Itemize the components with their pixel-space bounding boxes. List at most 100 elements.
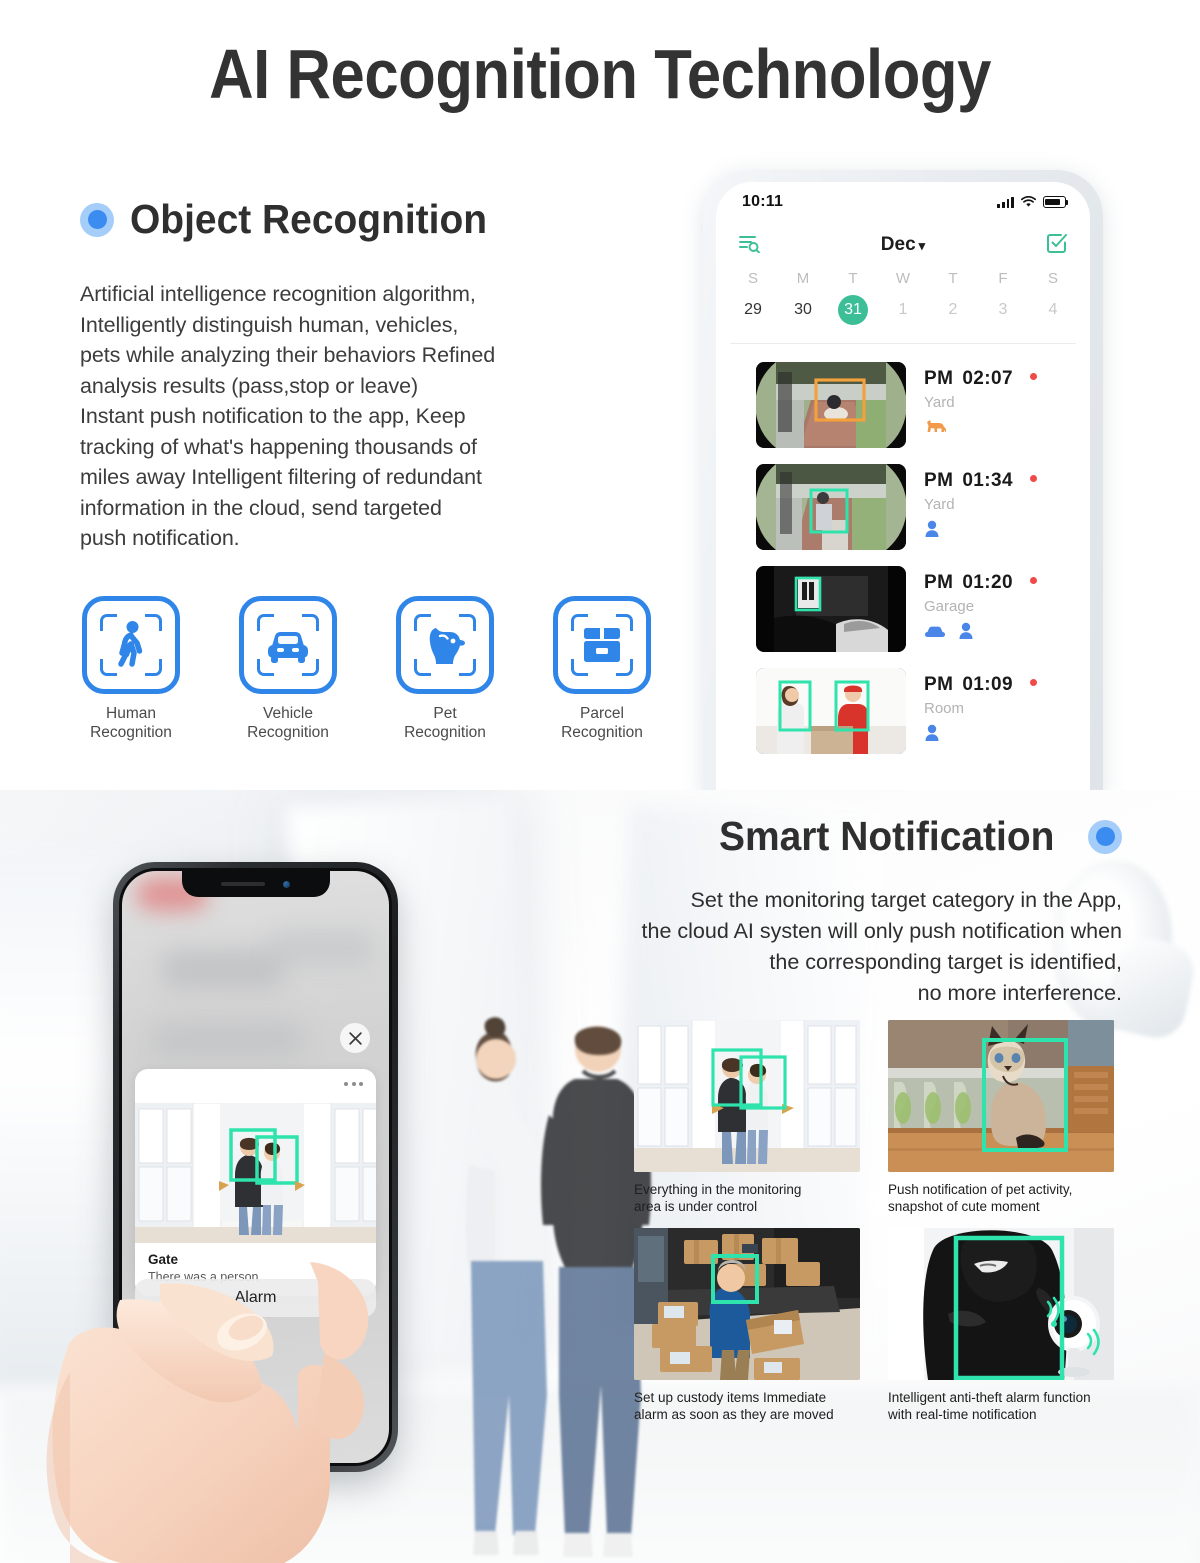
calendar-day[interactable]: 29 <box>728 295 778 335</box>
page-title: AI Recognition Technology <box>209 35 991 113</box>
event-clock: 01:20 <box>962 572 1013 593</box>
tile-caption: Push notification of pet activity, snaps… <box>888 1182 1073 1214</box>
status-bar: 10:11 <box>716 182 1090 222</box>
feature-human-recognition[interactable]: Human Recognition <box>82 596 180 742</box>
tile-anti-theft[interactable]: Intelligent anti-theft alarm function wi… <box>888 1228 1114 1423</box>
person-icon <box>925 724 939 741</box>
smart-notification-title: Smart Notification <box>718 813 1055 859</box>
feature-icon-frame <box>239 596 337 694</box>
calendar-day[interactable]: 30 <box>778 295 828 335</box>
weekday: M <box>796 270 810 287</box>
event-time: PM 01:20 <box>924 572 1074 594</box>
object-recognition-block: Object Recognition Artificial intelligen… <box>80 196 660 554</box>
dog-icon <box>927 420 946 432</box>
tile-pet-activity[interactable]: Push notification of pet activity, snaps… <box>888 1020 1114 1215</box>
event-list: PM 02:07 Yard PM 01:34 Yard PM 01:20 Gar… <box>716 344 1090 762</box>
status-icons <box>997 196 1069 208</box>
calendar-day-selected[interactable]: 31 <box>828 295 878 335</box>
tile-custody-items[interactable]: Set up custody items Immediate alarm as … <box>634 1228 860 1423</box>
feature-vehicle-recognition[interactable]: Vehicle Recognition <box>239 596 337 742</box>
event-tags <box>924 418 1074 434</box>
calendar-day[interactable]: 4 <box>1028 295 1078 335</box>
unread-dot <box>1029 577 1037 584</box>
tile-caption: Everything in the monitoring area is und… <box>634 1182 802 1214</box>
event-tags <box>924 622 1074 640</box>
filter-search-icon[interactable] <box>738 233 760 258</box>
notification-card-header <box>135 1069 376 1103</box>
month-selector[interactable]: Dec ▾ <box>881 234 925 256</box>
checkbox-select-icon[interactable] <box>1046 232 1068 259</box>
dog-head-icon <box>401 601 489 689</box>
phone-mockup-app: 10:11 Dec ▾ S M T W T F S 29 30 31 1 2 3… <box>703 170 1103 792</box>
event-thumbnail[interactable] <box>756 668 906 754</box>
notification-card[interactable]: Gate There was a person <box>135 1069 376 1296</box>
alarm-button[interactable]: Alarm <box>135 1279 376 1317</box>
event-meta: PM 01:09 Room <box>924 668 1074 742</box>
tile-image[interactable] <box>634 1228 860 1380</box>
speaker-icon <box>221 882 265 886</box>
notification-title: Gate <box>148 1252 179 1267</box>
unread-dot <box>1029 475 1037 482</box>
feature-label: Human Recognition <box>90 705 172 741</box>
smart-notification-body: Set the monitoring target category in th… <box>641 888 1122 1005</box>
event-ampm: PM <box>924 572 954 593</box>
event-ampm: PM <box>924 674 954 695</box>
event-meta: PM 02:07 Yard <box>924 362 1074 434</box>
wifi-icon <box>1021 196 1036 207</box>
more-dots-icon[interactable] <box>344 1082 363 1086</box>
event-clock: 01:34 <box>962 470 1013 491</box>
front-camera-icon <box>283 880 290 888</box>
event-time: PM 01:34 <box>924 470 1074 492</box>
tile-image[interactable] <box>888 1020 1114 1172</box>
event-clock: 02:07 <box>962 368 1013 389</box>
calendar-day[interactable]: 2 <box>928 295 978 335</box>
weekday: S <box>747 270 758 287</box>
notification-snapshot[interactable] <box>135 1103 376 1243</box>
event-ampm: PM <box>924 368 954 389</box>
event-ampm: PM <box>924 470 954 491</box>
battery-icon <box>1043 196 1069 208</box>
event-location: Yard <box>924 496 955 513</box>
phone-screen: 10:11 Dec ▾ S M T W T F S 29 30 31 1 2 3… <box>716 182 1090 792</box>
event-time: PM 02:07 <box>924 368 1074 390</box>
feature-label: Parcel Recognition <box>561 705 643 741</box>
status-time: 10:11 <box>742 193 784 210</box>
feature-icon-frame <box>553 596 651 694</box>
smart-notification-tiles: Everything in the monitoring area is und… <box>634 1020 1114 1423</box>
calendar-weekday-row: S M T W T F S <box>716 270 1090 287</box>
event-list-item[interactable]: PM 02:07 Yard <box>716 354 1090 456</box>
event-list-item[interactable]: PM 01:09 Room <box>716 660 1090 762</box>
blurred-wallpaper-shape <box>272 931 372 965</box>
home-indicator <box>207 1451 304 1455</box>
event-location: Room <box>924 700 965 717</box>
blue-bullet-icon <box>1088 819 1122 854</box>
feature-pet-recognition[interactable]: Pet Recognition <box>396 596 494 742</box>
calendar-day[interactable]: 1 <box>878 295 928 335</box>
human-walking-icon <box>87 601 175 689</box>
event-list-item[interactable]: PM 01:20 Garage <box>716 558 1090 660</box>
feature-label: Pet Recognition <box>404 705 486 741</box>
event-thumbnail[interactable] <box>756 362 906 448</box>
event-list-item[interactable]: PM 01:34 Yard <box>716 456 1090 558</box>
tile-monitoring-area[interactable]: Everything in the monitoring area is und… <box>634 1020 860 1215</box>
event-tags <box>924 520 1074 538</box>
calendar-day[interactable]: 3 <box>978 295 1028 335</box>
tile-image[interactable] <box>888 1228 1114 1380</box>
chevron-down-icon: ▾ <box>918 238 926 253</box>
event-thumbnail[interactable] <box>756 566 906 652</box>
feature-parcel-recognition[interactable]: Parcel Recognition <box>553 596 651 742</box>
blurred-wallpaper-shape <box>152 1021 302 1057</box>
feature-label: Vehicle Recognition <box>247 705 329 741</box>
blurred-wallpaper-shape <box>162 949 282 989</box>
weekday: T <box>848 270 858 287</box>
car-icon <box>244 601 332 689</box>
event-thumbnail[interactable] <box>756 464 906 550</box>
weekday: F <box>998 270 1008 287</box>
phone-notch <box>181 871 330 897</box>
close-icon[interactable] <box>340 1023 370 1053</box>
weekday: T <box>948 270 958 287</box>
tile-image[interactable] <box>634 1020 860 1172</box>
weekday: W <box>895 270 911 287</box>
event-meta: PM 01:20 Garage <box>924 566 1074 640</box>
parcel-box-icon <box>558 601 646 689</box>
